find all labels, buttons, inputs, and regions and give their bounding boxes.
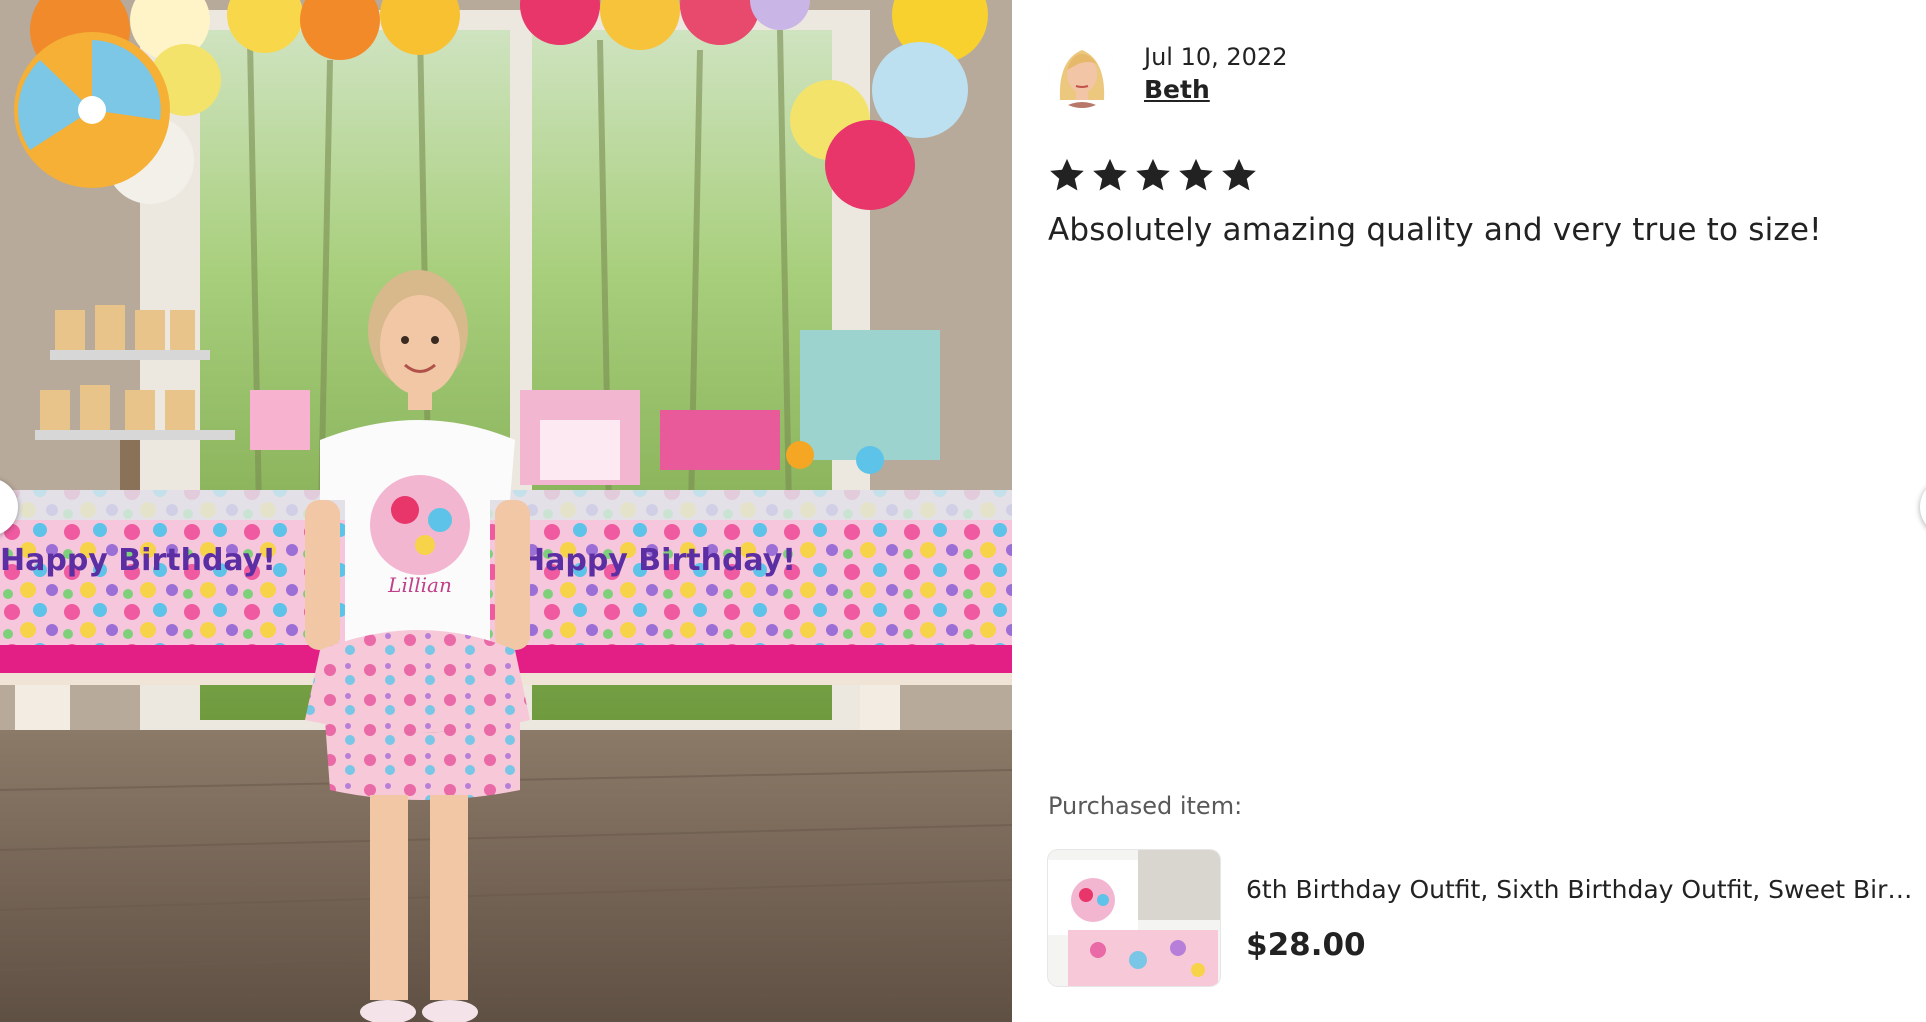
purchased-item-link[interactable]: 6th Birthday Outfit, Sixth Birthday Outf… [1048, 850, 1918, 986]
review-modal: Happy Birthday! Happy Birthday! Lillian … [0, 0, 1926, 1022]
avatar-illustration [1048, 40, 1116, 108]
reviewer-avatar[interactable] [1048, 40, 1116, 108]
purchased-item-image [1048, 850, 1220, 986]
purchased-item-label: Purchased item: [1048, 792, 1243, 820]
star-icon [1136, 158, 1170, 191]
purchased-item-price: $28.00 [1246, 927, 1366, 963]
tablecloth-text-2: Happy Birthday! [520, 543, 796, 578]
review-details: Jul 10, 2022 Beth Absolutely amazing qua… [1048, 0, 1926, 1022]
purchased-item-thumbnail[interactable] [1048, 850, 1220, 986]
tablecloth-text-1: Happy Birthday! [0, 543, 276, 578]
star-rating [1048, 156, 1258, 194]
review-text: Absolutely amazing quality and very true… [1048, 212, 1822, 248]
review-photo-image: Happy Birthday! Happy Birthday! Lillian [0, 0, 1012, 1022]
purchased-item-title[interactable]: 6th Birthday Outfit, Sixth Birthday Outf… [1246, 873, 1918, 907]
shirt-name-text: Lillian [387, 573, 452, 597]
star-icon [1179, 158, 1213, 191]
review-date: Jul 10, 2022 [1144, 43, 1288, 71]
star-icon [1093, 158, 1127, 191]
star-icon [1050, 158, 1084, 191]
reviewer-name-link[interactable]: Beth [1144, 73, 1287, 107]
reviewer-header: Jul 10, 2022 Beth [1048, 40, 1287, 108]
star-icon [1222, 158, 1256, 191]
review-photo: Happy Birthday! Happy Birthday! Lillian [0, 0, 1012, 1022]
